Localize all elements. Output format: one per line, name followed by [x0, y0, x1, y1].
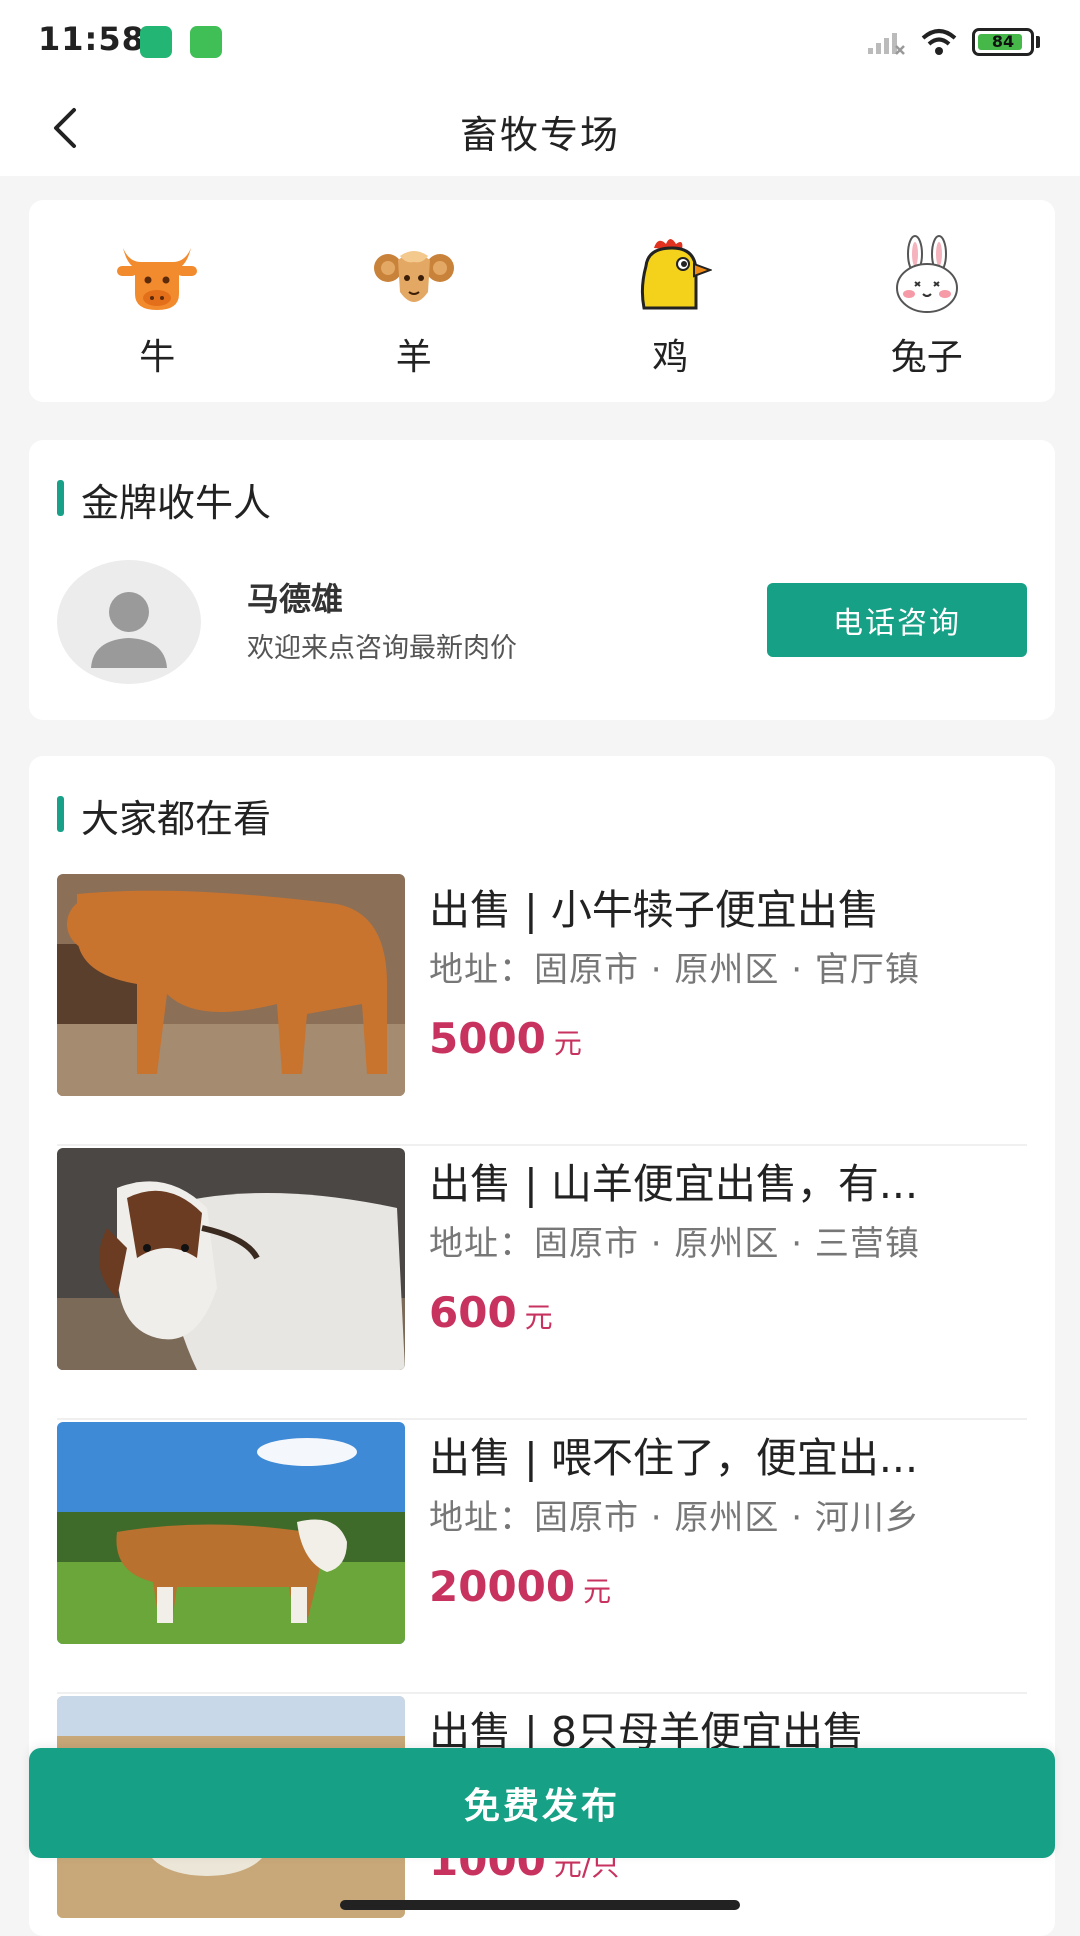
category-label: 兔子	[890, 337, 963, 378]
listing-photo	[57, 1148, 405, 1370]
listing-title: 出售 | 山羊便宜出售，有...	[429, 1160, 918, 1208]
free-publish-button[interactable]: 免费发布	[29, 1748, 1055, 1858]
price-unit: 元	[524, 1301, 553, 1334]
app-notification-icon	[140, 26, 172, 58]
category-label: 羊	[395, 337, 432, 378]
list-item[interactable]: 出售 | 小牛犊子便宜出售 地址：固原市 · 原州区 · 官厅镇 5000 元	[57, 874, 1027, 1146]
battery-level: 84	[991, 32, 1015, 51]
listing-price: 600 元	[429, 1288, 553, 1337]
category-label: 鸡	[652, 337, 689, 378]
listing-price: 20000 元	[429, 1562, 611, 1611]
avatar	[57, 560, 201, 684]
category-cow[interactable]: 牛	[29, 200, 286, 402]
cow-icon	[117, 248, 198, 310]
list-item[interactable]: 出售 | 喂不住了，便宜出... 地址：固原市 · 原州区 · 河川乡 2000…	[57, 1422, 1027, 1694]
price-value: 20000	[429, 1562, 576, 1611]
listing-title: 出售 | 喂不住了，便宜出...	[429, 1434, 918, 1482]
price-unit: 元	[583, 1575, 612, 1608]
wifi-icon	[921, 29, 957, 55]
price-value: 600	[429, 1288, 517, 1337]
page-title: 畜牧专场	[459, 113, 620, 157]
battery-icon: 84	[972, 28, 1034, 56]
status-bar: 11:58 84	[0, 0, 1080, 80]
section-title: 金牌收牛人	[57, 472, 271, 527]
divider	[57, 1418, 1027, 1420]
category-sheep[interactable]: 羊	[286, 200, 543, 402]
sheep-icon	[373, 251, 454, 302]
category-rabbit[interactable]: 兔子	[799, 200, 1056, 402]
listing-price: 5000 元	[429, 1014, 582, 1063]
listing-photo	[57, 1422, 405, 1644]
category-grid: 牛 羊 鸡 兔子	[29, 200, 1055, 402]
buyer-name: 马德雄	[247, 580, 344, 618]
signal-icon	[868, 33, 905, 55]
rabbit-icon	[895, 235, 958, 313]
divider	[57, 1692, 1027, 1694]
gold-buyer-card: 金牌收牛人 马德雄 欢迎来点咨询最新肉价 电话咨询	[29, 440, 1055, 720]
section-title: 大家都在看	[57, 788, 271, 843]
header: 畜牧专场	[0, 80, 1080, 176]
listing-title: 出售 | 小牛犊子便宜出售	[429, 886, 879, 934]
list-item[interactable]: 出售 | 山羊便宜出售，有... 地址：固原市 · 原州区 · 三营镇 600 元	[57, 1148, 1027, 1420]
listing-address: 地址：固原市 · 原州区 · 河川乡	[429, 1498, 920, 1538]
status-time: 11:58	[38, 20, 145, 58]
chicken-icon	[641, 239, 713, 310]
category-chicken[interactable]: 鸡	[542, 200, 799, 402]
category-label: 牛	[139, 337, 176, 378]
home-indicator[interactable]	[340, 1900, 740, 1910]
price-unit: 元	[553, 1027, 582, 1060]
divider	[57, 1144, 1027, 1146]
listing-address: 地址：固原市 · 原州区 · 三营镇	[429, 1224, 920, 1264]
buyer-description: 欢迎来点咨询最新肉价	[247, 633, 517, 664]
android-notification-icon	[190, 26, 222, 58]
phone-consult-button[interactable]: 电话咨询	[767, 583, 1027, 657]
person-placeholder-icon	[91, 592, 167, 668]
price-value: 5000	[429, 1014, 546, 1063]
listing-photo	[57, 874, 405, 1096]
listing-address: 地址：固原市 · 原州区 · 官厅镇	[429, 950, 920, 990]
status-icons: 84	[866, 26, 1040, 58]
